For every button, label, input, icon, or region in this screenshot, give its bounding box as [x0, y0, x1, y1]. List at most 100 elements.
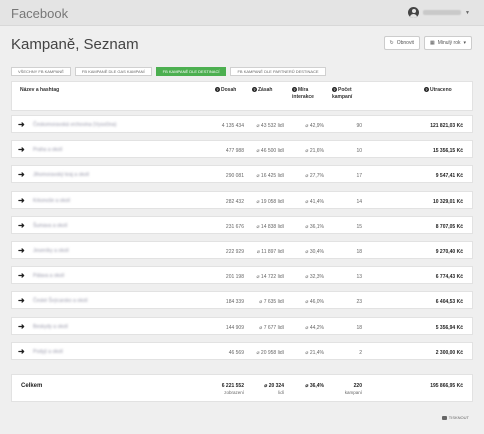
row-impressions: ⌀ 14 722 lidí	[256, 274, 284, 280]
arrow-right-icon[interactable]: ➜	[18, 323, 25, 331]
table-row[interactable]: ➜ Jeseníky a okolí 222 929 ⌀ 11 897 lidí ⌀ 3…	[11, 241, 473, 259]
row-campaign-name[interactable]: Krkonoše a okolí	[33, 198, 70, 204]
info-icon: ?	[292, 87, 297, 93]
table-row[interactable]: ➜ Beskydy a okolí 144 909 ⌀ 7 677 lidí ⌀ 44,…	[11, 317, 473, 335]
top-bar: Facebook ▼	[0, 0, 484, 26]
tab-by-destinations[interactable]: FB kampaně dle destinací	[155, 67, 227, 76]
row-spent: 5 356,94 Kč	[435, 325, 463, 331]
arrow-right-icon[interactable]: ➜	[18, 297, 25, 305]
row-spent: 15 356,15 Kč	[432, 148, 463, 154]
row-reach: 4 135 434	[221, 123, 244, 129]
chevron-down-icon: ▾	[463, 40, 466, 46]
column-header-name[interactable]: Název a hashtag	[20, 87, 59, 94]
column-header-spent[interactable]: ? Utraceno	[424, 87, 452, 94]
total-interaction: ⌀ 36,4%	[305, 383, 324, 389]
print-icon	[441, 415, 447, 420]
period-dropdown-label: Minulý rok	[437, 40, 461, 46]
total-reach-unit: zobrazení	[224, 390, 244, 395]
row-reach: 477 988	[225, 148, 244, 154]
row-impressions: ⌀ 16 425 lidí	[256, 173, 284, 179]
row-impressions: ⌀ 20 958 lidí	[256, 350, 284, 356]
total-impressions-value: ⌀ 20 324	[264, 383, 284, 389]
column-header-spent-label: Utraceno	[430, 87, 452, 93]
row-campaign-name[interactable]: Jihomoravský kraj a okolí	[33, 172, 89, 178]
arrow-right-icon[interactable]: ➜	[18, 146, 25, 154]
row-spent: 6 774,43 Kč	[435, 274, 463, 280]
table-row[interactable]: ➜ Pálava a okolí 201 198 ⌀ 14 722 lidí ⌀ 32,…	[11, 266, 473, 284]
row-campaigns: 17	[356, 173, 362, 179]
row-impressions: ⌀ 43 532 lidí	[256, 123, 284, 129]
refresh-button-label: Obnovit	[396, 40, 414, 46]
tab-all-campaigns[interactable]: Všechny FB kampaně	[11, 67, 71, 76]
arrow-right-icon[interactable]: ➜	[18, 121, 25, 129]
tab-by-gas-campaigns[interactable]: FB kampaně dle GAS kampaní	[74, 67, 152, 76]
total-campaigns: 220 kampaní	[345, 383, 362, 396]
row-interaction: ⌀ 32,3%	[305, 274, 324, 280]
row-spent: 9 270,40 Kč	[435, 249, 463, 255]
total-campaigns-unit: kampaní	[344, 390, 362, 395]
total-reach: 6 221 552 zobrazení	[222, 383, 244, 396]
row-campaign-name[interactable]: Pálava a okolí	[33, 273, 64, 279]
table-row[interactable]: ➜ České Švýcarsko a okolí 184 339 ⌀ 7 635 l…	[11, 291, 473, 309]
arrow-right-icon[interactable]: ➜	[18, 171, 25, 179]
column-header-reach-label: Dosah	[221, 87, 237, 93]
table-row[interactable]: ➜ Podyjí a okolí 46 569 ⌀ 20 958 lidí ⌀ 21,4…	[11, 342, 473, 360]
user-name	[423, 10, 462, 15]
column-header-interaction[interactable]: ? Míra interakce	[292, 87, 318, 101]
row-campaign-name[interactable]: Praha a okolí	[33, 147, 62, 153]
total-campaigns-value: 220	[353, 383, 362, 389]
table-row[interactable]: ➜ Jihomoravský kraj a okolí 290 081 ⌀ 16 42…	[11, 165, 473, 183]
row-campaign-name[interactable]: České Švýcarsko a okolí	[33, 298, 88, 304]
row-impressions: ⌀ 14 838 lidí	[256, 224, 284, 230]
chevron-down-icon: ▼	[465, 9, 470, 16]
arrow-right-icon[interactable]: ➜	[18, 222, 25, 230]
row-campaigns: 23	[356, 299, 362, 305]
row-campaigns: 2	[359, 350, 362, 356]
table-row[interactable]: ➜ Praha a okolí 477 988 ⌀ 46 500 lidí ⌀ 21,6…	[11, 140, 473, 158]
row-spent: 6 404,53 Kč	[435, 299, 463, 305]
campaign-tabs: Všechny FB kampaně FB kampaně dle GAS ka…	[11, 67, 330, 76]
table-row[interactable]: ➜ Krkonoše a okolí 282 432 ⌀ 19 058 lidí ⌀ 4…	[11, 191, 473, 209]
print-button[interactable]: Tisknout	[441, 415, 469, 420]
table-row[interactable]: ➜ Českomoravská vrchovina (Vysočina) 4 135…	[11, 115, 473, 133]
arrow-right-icon[interactable]: ➜	[18, 272, 25, 280]
row-campaign-name[interactable]: Českomoravská vrchovina (Vysočina)	[33, 122, 116, 128]
user-menu[interactable]: ▼	[408, 7, 470, 18]
period-dropdown[interactable]: ▦ Minulý rok ▾	[423, 36, 472, 50]
row-reach: 46 569	[228, 350, 244, 356]
row-reach: 222 929	[225, 249, 244, 255]
row-campaign-name[interactable]: Beskydy a okolí	[33, 324, 68, 330]
column-header-impressions-label: Zásah	[258, 87, 273, 93]
total-impressions: ⌀ 20 324 lidí	[264, 383, 284, 396]
row-spent: 10 329,01 Kč	[432, 199, 463, 205]
column-header-reach[interactable]: ? Dosah	[215, 87, 236, 94]
row-spent: 9 547,41 Kč	[435, 173, 463, 179]
row-impressions: ⌀ 11 897 lidí	[256, 249, 284, 255]
arrow-right-icon[interactable]: ➜	[18, 197, 25, 205]
row-impressions: ⌀ 19 058 lidí	[256, 199, 284, 205]
column-header-campaigns[interactable]: ? Počet kampaní	[332, 87, 358, 101]
row-campaign-name[interactable]: Podyjí a okolí	[33, 349, 63, 355]
row-reach: 184 339	[225, 299, 244, 305]
arrow-right-icon[interactable]: ➜	[18, 247, 25, 255]
row-campaign-name[interactable]: Šumava a okolí	[33, 223, 67, 229]
row-interaction: ⌀ 44,2%	[305, 325, 324, 331]
table-row[interactable]: ➜ Šumava a okolí 231 676 ⌀ 14 838 lidí ⌀ 36,…	[11, 216, 473, 234]
total-impressions-unit: lidí	[278, 390, 284, 395]
row-campaigns: 18	[356, 249, 362, 255]
table-header: Název a hashtag ? Dosah ? Zásah ? Míra inte…	[11, 81, 473, 111]
print-label: Tisknout	[448, 415, 469, 420]
refresh-icon: ↻	[389, 40, 394, 46]
total-label: Celkem	[21, 383, 43, 389]
tab-by-destination-partners[interactable]: FB kampaně dle partnerů destinace	[230, 67, 326, 76]
arrow-right-icon[interactable]: ➜	[18, 348, 25, 356]
row-interaction: ⌀ 21,6%	[305, 148, 324, 154]
refresh-button[interactable]: ↻ Obnovit	[383, 36, 420, 50]
row-campaign-name[interactable]: Jeseníky a okolí	[33, 248, 69, 254]
table-total-row: Celkem 6 221 552 zobrazení ⌀ 20 324 lidí ⌀…	[11, 374, 473, 402]
total-reach-value: 6 221 552	[221, 383, 244, 389]
row-impressions: ⌀ 7 635 lidí	[259, 299, 284, 305]
row-spent: 121 821,03 Kč	[430, 123, 463, 129]
row-campaigns: 14	[356, 199, 362, 205]
column-header-impressions[interactable]: ? Zásah	[252, 87, 272, 94]
